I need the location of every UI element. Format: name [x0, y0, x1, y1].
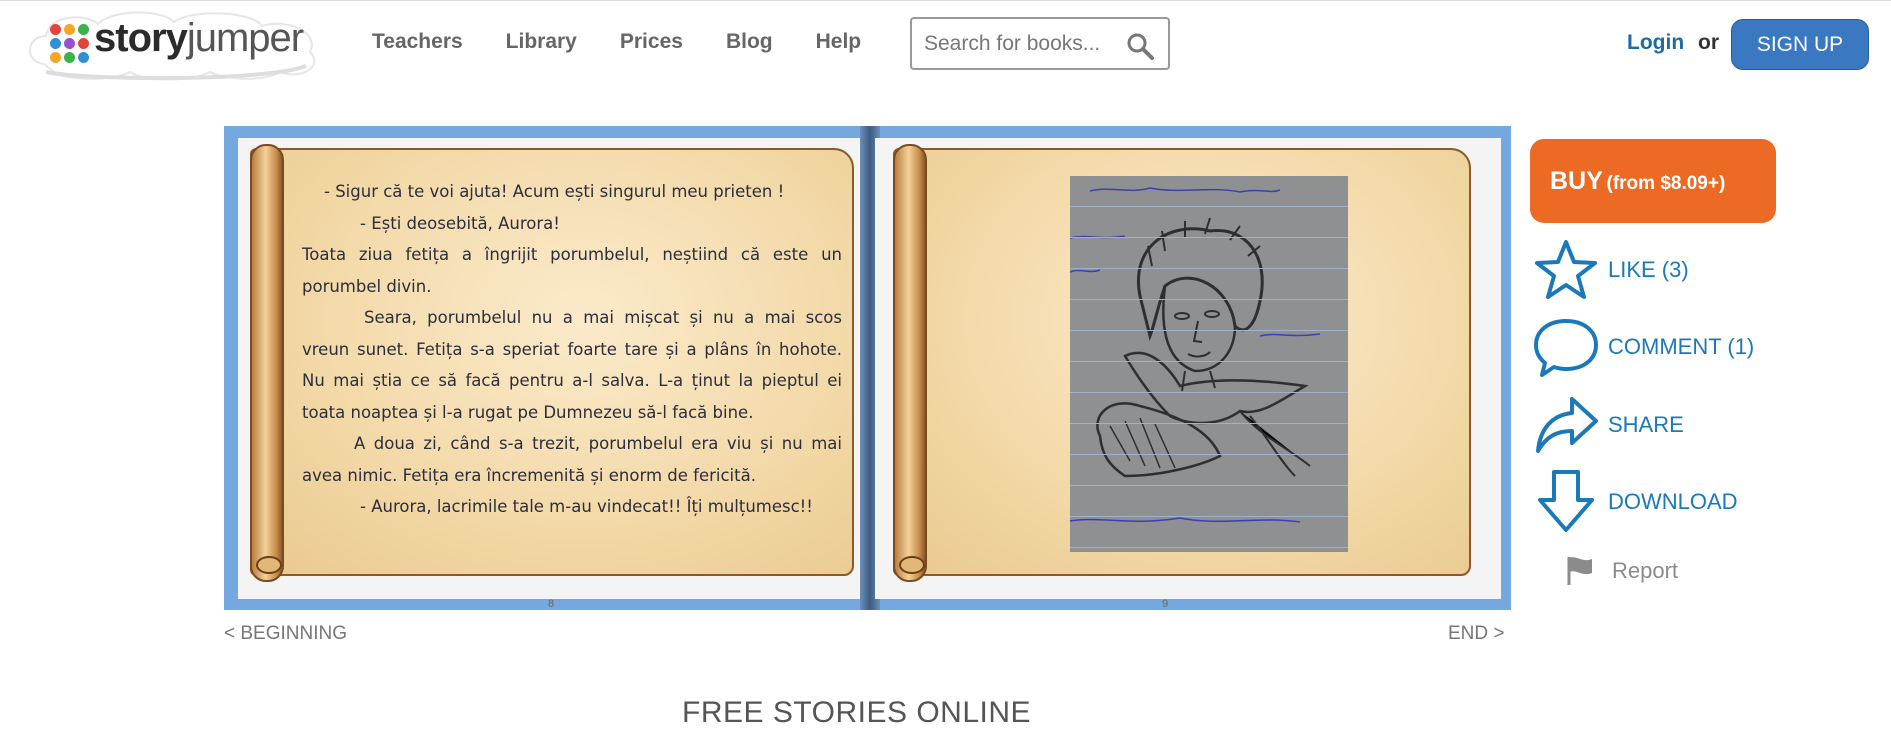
like-label: LIKE (3): [1608, 257, 1689, 282]
illustration-image: [1070, 176, 1348, 552]
story-paragraph: Seara, porumbelul nu a mai mișcat și nu …: [302, 308, 842, 422]
search-input[interactable]: [924, 30, 1124, 58]
speech-bubble-icon: [1534, 319, 1598, 377]
share-label: SHARE: [1608, 412, 1684, 437]
ruled-paper-lines: [1070, 176, 1348, 552]
search-box: [910, 17, 1170, 70]
nav-blog[interactable]: Blog: [726, 30, 773, 54]
share-button[interactable]: SHARE: [1532, 391, 1684, 459]
book-page-left[interactable]: - Sigur că te voi ajuta! Acum ești singu…: [238, 138, 864, 610]
scroll-roll: [250, 144, 284, 582]
search-icon[interactable]: [1126, 32, 1154, 60]
beginning-link[interactable]: < BEGINNING: [224, 623, 347, 645]
comment-button[interactable]: COMMENT (1): [1532, 313, 1754, 381]
logo-text-story: story: [94, 16, 188, 60]
scroll-roll: [893, 144, 927, 582]
download-label: DOWNLOAD: [1608, 489, 1738, 514]
nav-help[interactable]: Help: [816, 30, 862, 54]
nav-teachers[interactable]: Teachers: [372, 30, 463, 54]
flag-icon: [1567, 557, 1592, 585]
comment-label: COMMENT (1): [1608, 334, 1755, 359]
parchment-scroll: - Sigur că te voi ajuta! Acum ești singu…: [250, 144, 854, 582]
share-arrow-icon: [1536, 397, 1598, 453]
story-paragraph: - Sigur că te voi ajuta! Acum ești singu…: [324, 182, 785, 201]
story-paragraph: A doua zi, când s-a trezit, porumbelul e…: [302, 434, 842, 485]
story-paragraph: Toata ziua fetița a îngrijit porumbelul,…: [302, 245, 842, 296]
page-number: 8: [548, 598, 555, 610]
buy-button[interactable]: BUY (from $8.09+): [1530, 139, 1776, 223]
download-arrow-icon: [1538, 470, 1594, 532]
story-paragraph: - Aurora, lacrimile tale m-au vindecat!!…: [360, 497, 813, 516]
login-link[interactable]: Login: [1627, 31, 1684, 55]
story-text: - Sigur că te voi ajuta! Acum ești singu…: [302, 176, 842, 523]
logo-text-jumper: jumper: [186, 16, 304, 60]
report-label: Report: [1612, 558, 1679, 583]
nav-library[interactable]: Library: [506, 30, 577, 54]
signup-button[interactable]: SIGN UP: [1731, 19, 1869, 70]
logo-dots-icon: [50, 24, 90, 64]
nav-prices[interactable]: Prices: [620, 30, 683, 54]
download-button[interactable]: DOWNLOAD: [1532, 468, 1738, 536]
storyjumper-logo[interactable]: storyjumper: [24, 6, 324, 84]
like-button[interactable]: LIKE (3): [1532, 236, 1689, 304]
story-paragraph: - Ești deosebită, Aurora!: [360, 213, 560, 233]
report-button[interactable]: Report: [1564, 555, 1678, 587]
top-border: [0, 0, 1891, 1]
buy-label: BUY: [1550, 166, 1603, 195]
star-icon: [1535, 240, 1597, 299]
main-nav: Teachers Library Prices Blog Help: [372, 30, 904, 54]
end-link[interactable]: END >: [1448, 623, 1505, 645]
or-label: or: [1698, 31, 1719, 54]
section-title: FREE STORIES ONLINE: [682, 696, 1032, 729]
buy-price: (from $8.09+): [1606, 172, 1726, 194]
logo-wordmark: storyjumper: [94, 16, 304, 61]
page-number: 9: [1162, 598, 1169, 610]
